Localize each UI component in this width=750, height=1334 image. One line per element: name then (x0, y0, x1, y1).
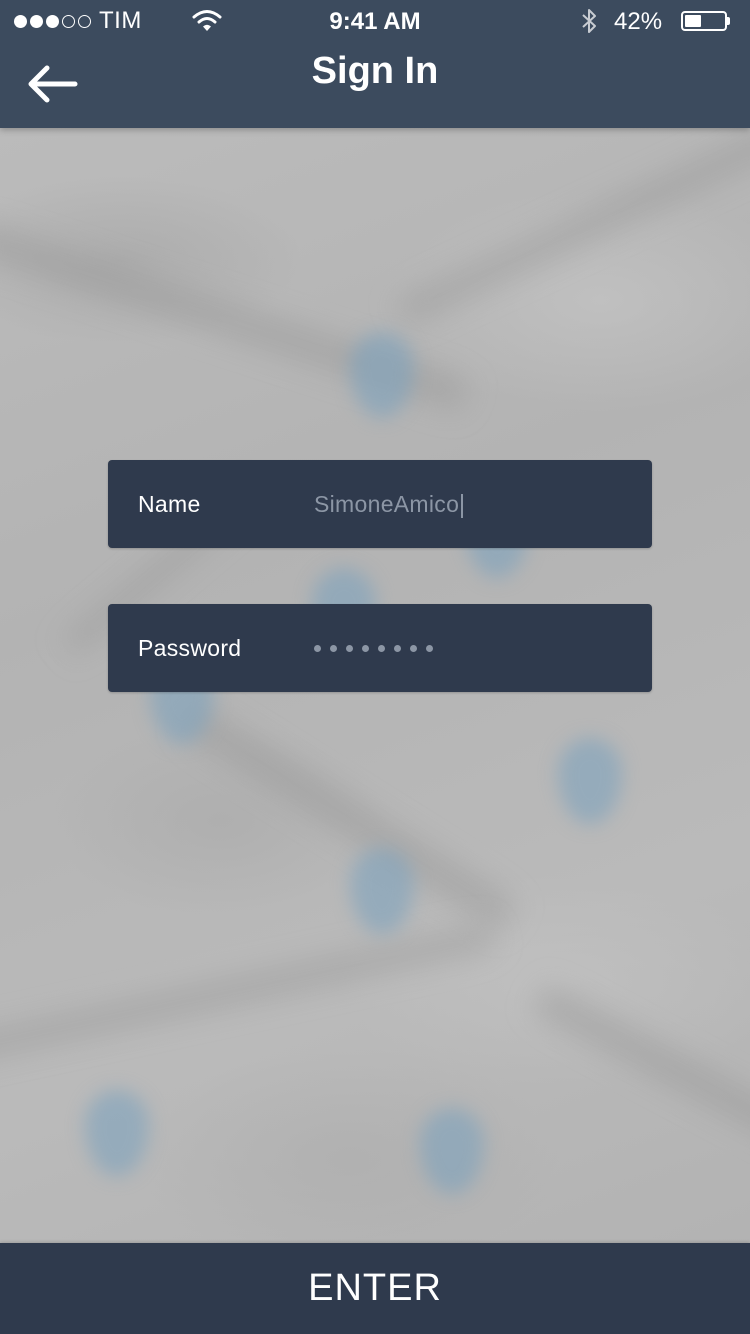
password-mask-dot (346, 644, 353, 652)
navigation-bar: TIM 9:41 AM 42% Sign In (0, 0, 750, 128)
password-input[interactable] (314, 604, 433, 692)
password-mask-dot (378, 644, 385, 652)
map-pin (558, 738, 622, 824)
map-pin (420, 1108, 484, 1194)
password-mask-dot (426, 644, 433, 652)
password-mask-dot (362, 644, 369, 652)
password-mask-dot (410, 644, 417, 652)
password-mask-dot (314, 644, 321, 652)
battery-icon (681, 11, 731, 31)
enter-button[interactable]: ENTER (0, 1243, 750, 1334)
name-label: Name (138, 491, 201, 517)
map-pin (350, 332, 414, 418)
password-mask-dot (394, 644, 401, 652)
name-field[interactable]: Name SimoneAmico (108, 460, 652, 548)
name-input[interactable]: SimoneAmico (314, 460, 464, 548)
password-field[interactable]: Password (108, 604, 652, 692)
battery-fill (685, 15, 701, 27)
map-pin (350, 848, 414, 934)
page-title: Sign In (311, 50, 439, 92)
map-pin (85, 1090, 149, 1176)
text-cursor (461, 493, 464, 518)
name-value: SimoneAmico (314, 491, 460, 517)
password-mask-dot (330, 644, 337, 652)
bluetooth-icon (582, 9, 596, 33)
battery-percent: 42% (614, 8, 663, 35)
password-label: Password (138, 635, 242, 661)
